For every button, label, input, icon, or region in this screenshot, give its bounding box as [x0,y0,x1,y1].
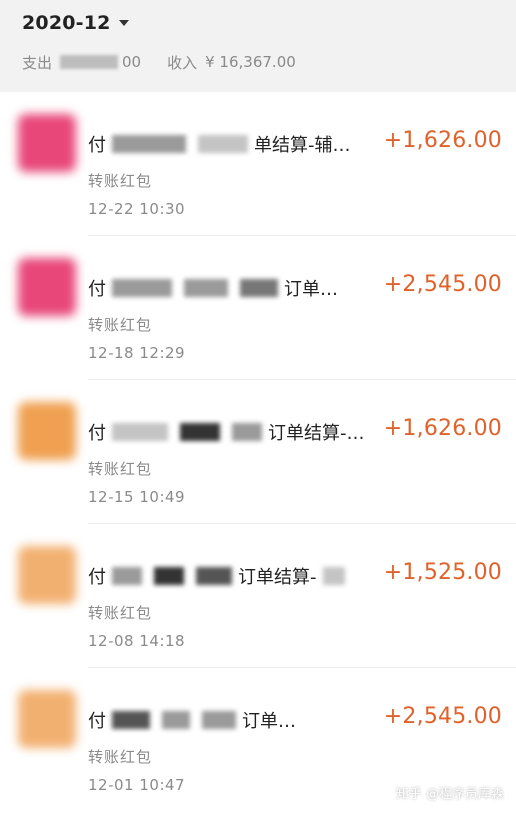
transaction-type: 转账红包 [88,460,153,478]
redacted-mask [198,135,248,153]
title-suffix: 订单… [242,711,296,732]
redacted-mask [112,135,186,153]
transaction-time: 12-01 10:47 [88,776,186,794]
redacted-mask [232,423,262,441]
transaction-title: 付 订单… [88,274,378,302]
avatar [18,114,76,172]
redacted-mask [112,567,142,585]
redacted-mask [180,423,220,441]
transaction-list: 付 单结算-辅… 转账红包 12-22 10:30 +1,626.00 付 订单… [0,92,516,816]
redacted-mask [154,567,184,585]
transaction-title: 付 订单… [88,706,378,734]
redacted-mask [162,711,190,729]
caret-down-icon [118,20,129,26]
redacted-mask [60,55,119,69]
transaction-time: 12-08 14:18 [88,632,186,650]
avatar [18,546,76,604]
transaction-time: 12-18 12:29 [88,344,186,362]
title-prefix: 付 [88,567,106,588]
title-prefix: 付 [88,279,106,300]
avatar [18,258,76,316]
redacted-mask [202,711,236,729]
month-summary: 支出 00 收入 ¥ 16,367.00 [22,50,296,74]
transaction-title: 付 订单结算-… [88,418,378,446]
redacted-mask [112,711,150,729]
title-prefix: 付 [88,711,106,732]
transaction-amount: +2,545.00 [383,704,502,729]
expense-amount: 00 [60,53,141,71]
income-label: 收入 [167,53,198,72]
transaction-row[interactable]: 付 订单… 转账红包 12-18 12:29 +2,545.00 [0,236,516,380]
transaction-row[interactable]: 付 单结算-辅… 转账红包 12-22 10:30 +1,626.00 [0,92,516,236]
transaction-time: 12-22 10:30 [88,200,186,218]
title-suffix: 单结算-辅… [254,135,351,156]
month-label: 2020-12 [22,12,111,34]
expense-value: 00 [122,53,142,71]
avatar [18,690,76,748]
month-header: 2020-12 支出 00 收入 ¥ 16,367.00 [0,0,516,92]
transaction-row[interactable]: 付 订单结算-… 转账红包 12-15 10:49 +1,626.00 [0,380,516,524]
expense-label: 支出 [22,53,53,72]
title-prefix: 付 [88,135,106,156]
transaction-row[interactable]: 付 订单结算- 转账红包 12-08 14:18 +1,525.00 [0,524,516,668]
transaction-type: 转账红包 [88,604,153,622]
avatar [18,402,76,460]
transaction-type: 转账红包 [88,172,153,190]
income-amount: ¥ 16,367.00 [205,53,296,71]
transaction-amount: +2,545.00 [383,272,502,297]
title-suffix: 订单… [284,279,338,300]
transaction-title: 付 订单结算- [88,562,378,590]
watermark: 知乎 @程序员库森 [395,787,504,802]
title-suffix: 订单结算- [238,567,317,588]
transaction-time: 12-15 10:49 [88,488,186,506]
transaction-amount: +1,626.00 [383,416,502,441]
redacted-mask [322,567,345,585]
transaction-type: 转账红包 [88,748,153,766]
transaction-amount: +1,525.00 [383,560,502,585]
title-suffix: 订单结算-… [268,423,365,444]
redacted-mask [112,423,168,441]
title-prefix: 付 [88,423,106,444]
transaction-type: 转账红包 [88,316,153,334]
transaction-amount: +1,626.00 [383,128,502,153]
redacted-mask [240,279,278,297]
redacted-mask [112,279,172,297]
transaction-title: 付 单结算-辅… [88,130,378,158]
redacted-mask [196,567,232,585]
redacted-mask [184,279,228,297]
month-picker[interactable]: 2020-12 [22,10,129,36]
